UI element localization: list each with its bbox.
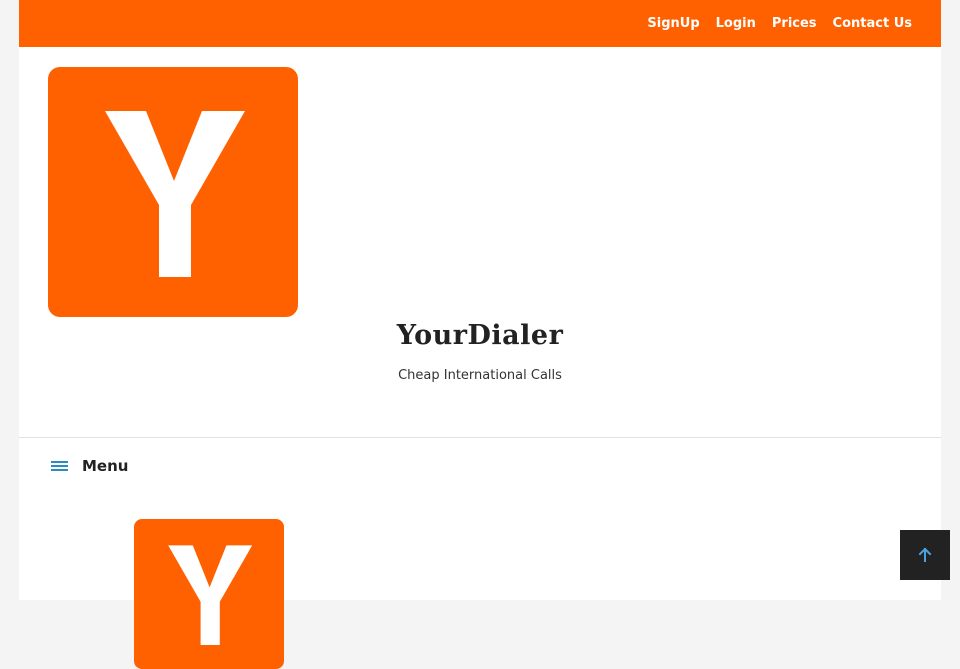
arrow-up-icon [918,547,932,562]
header-divider [19,437,941,438]
nav-login-link[interactable]: Login [716,16,756,32]
menu-label: Menu [82,457,129,475]
y-logo-icon [105,111,245,277]
y-logo-small-icon [168,545,253,645]
top-navigation: SignUp Login Prices Contact Us [647,16,912,32]
site-tagline: Cheap International Calls [398,368,562,383]
top-bar: SignUp Login Prices Contact Us [19,0,941,47]
hamburger-icon [51,459,68,473]
nav-contact-us-link[interactable]: Contact Us [833,16,912,32]
content-logo-image [134,519,284,669]
site-logo[interactable] [48,67,298,317]
nav-prices-link[interactable]: Prices [772,16,817,32]
menu-toggle-button[interactable]: Menu [51,457,128,475]
back-to-top-button[interactable] [900,530,950,580]
site-title[interactable]: YourDialer [19,320,941,351]
nav-signup-link[interactable]: SignUp [647,16,699,32]
page-container: SignUp Login Prices Contact Us YourDiale… [19,0,941,669]
